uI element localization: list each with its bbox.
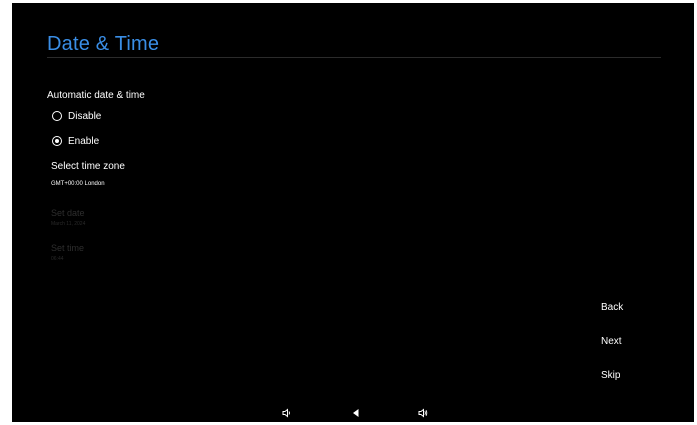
screen: Date & Time Automatic date & time Disabl…	[0, 0, 697, 425]
title-divider	[47, 57, 661, 58]
back-button[interactable]: Back	[601, 302, 623, 313]
timezone-value: GMT+00:00 London	[51, 181, 105, 187]
volume-up-icon[interactable]	[418, 408, 428, 420]
set-time-title: Set time	[51, 243, 85, 253]
back-triangle-icon[interactable]	[351, 408, 361, 420]
radio-checked-icon	[52, 136, 62, 146]
next-button[interactable]: Next	[601, 336, 622, 347]
radio-enable[interactable]: Enable	[52, 134, 99, 148]
skip-button[interactable]: Skip	[601, 370, 620, 381]
set-date-value: March 11, 2024	[51, 221, 86, 227]
set-time-value: 06:44	[51, 256, 64, 262]
radio-disable-label: Disable	[68, 110, 102, 122]
automatic-date-time-label: Automatic date & time	[47, 90, 145, 101]
radio-unchecked-icon	[52, 111, 62, 121]
volume-down-icon[interactable]	[282, 408, 292, 420]
page-title: Date & Time	[47, 33, 160, 55]
radio-enable-label: Enable	[68, 135, 100, 147]
setup-panel: Date & Time Automatic date & time Disabl…	[12, 3, 694, 422]
timezone-title: Select time zone	[51, 161, 125, 172]
radio-disable[interactable]: Disable	[52, 109, 101, 123]
set-date-title: Set date	[51, 208, 85, 218]
